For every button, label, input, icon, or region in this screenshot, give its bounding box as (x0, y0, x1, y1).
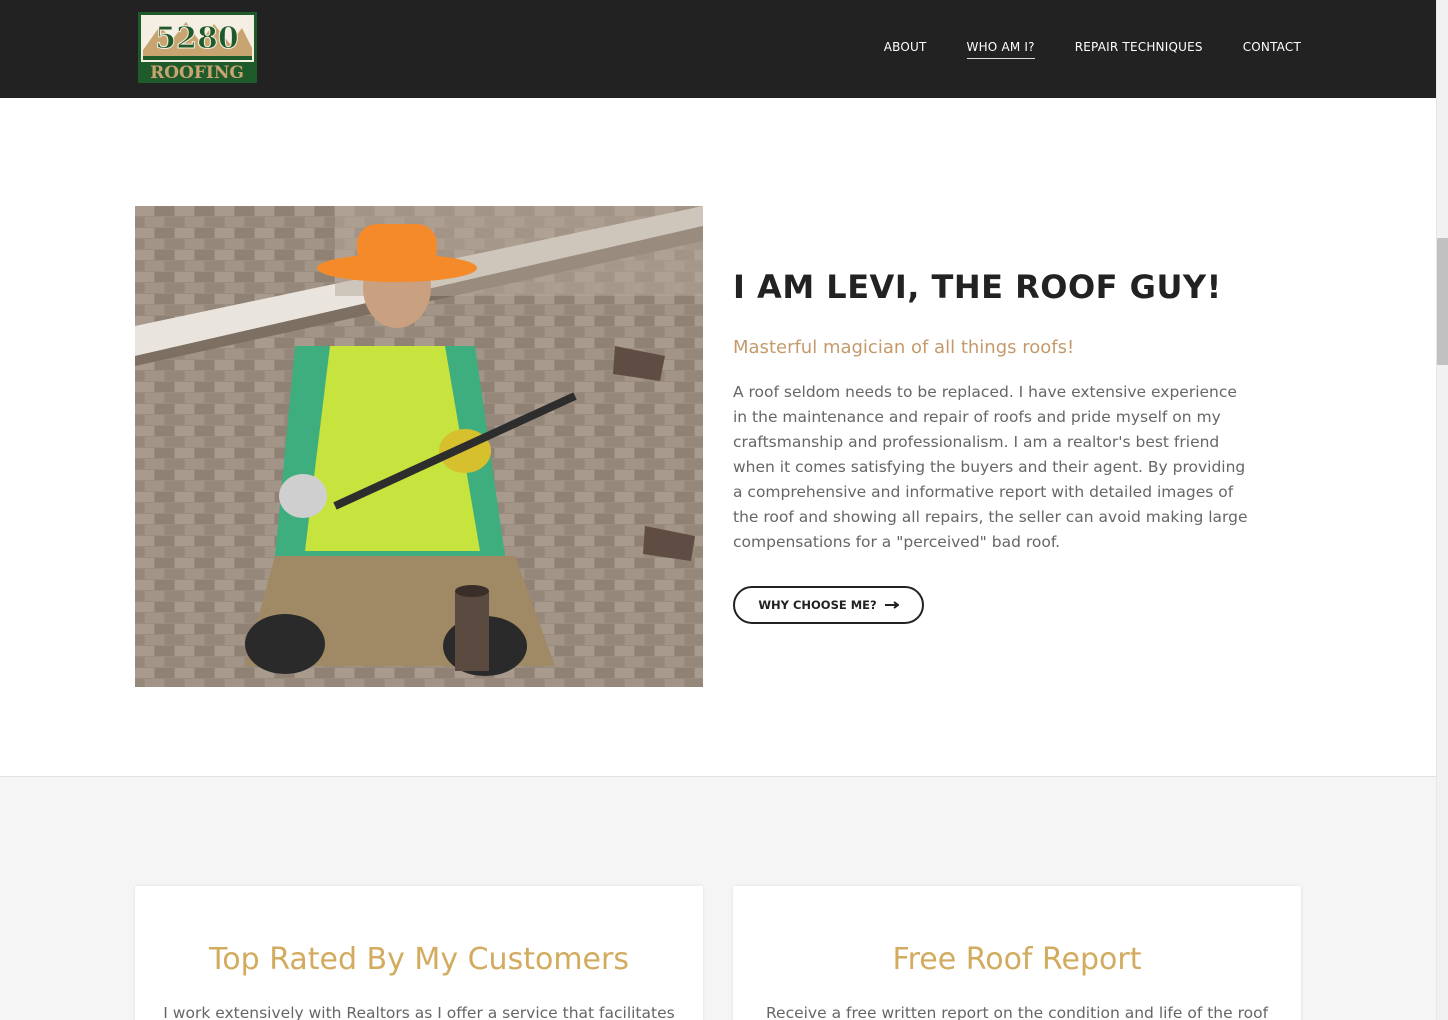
nav-who-am-i[interactable]: WHO AM I? (966, 40, 1035, 59)
logo-word: ROOFING (150, 63, 244, 83)
logo-number: 5280 (155, 21, 239, 56)
site-header: 5280 ROOFING ABOUT WHO AM I? REPAIR TECH… (0, 0, 1436, 98)
nav-contact[interactable]: CONTACT (1243, 40, 1301, 59)
hero-title: I AM LEVI, THE ROOF GUY! (733, 268, 1222, 306)
card-text: I work extensively with Realtors as I of… (163, 1004, 675, 1020)
why-choose-me-label: WHY CHOOSE ME? (758, 598, 877, 612)
card-text: Receive a free written report on the con… (765, 1004, 1269, 1020)
logo[interactable]: 5280 ROOFING (138, 12, 257, 83)
feature-card-top-rated: Top Rated By My Customers I work extensi… (135, 886, 703, 1020)
hero-subtitle: Masterful magician of all things roofs! (733, 337, 1075, 358)
scrollbar-track[interactable] (1436, 0, 1448, 1020)
feature-card-free-report: Free Roof Report Receive a free written … (733, 886, 1301, 1020)
why-choose-me-button[interactable]: WHY CHOOSE ME? (733, 586, 924, 624)
hero-body: A roof seldom needs to be replaced. I ha… (733, 383, 1248, 551)
card-title: Top Rated By My Customers (209, 942, 629, 977)
nav-about[interactable]: ABOUT (884, 40, 927, 59)
arrow-right-icon (884, 601, 899, 609)
roofer-photo (135, 206, 703, 687)
card-title: Free Roof Report (892, 942, 1142, 977)
nav-repair-techniques[interactable]: REPAIR TECHNIQUES (1075, 40, 1203, 59)
scrollbar-thumb[interactable] (1437, 238, 1448, 365)
main-nav: ABOUT WHO AM I? REPAIR TECHNIQUES CONTAC… (884, 40, 1301, 59)
